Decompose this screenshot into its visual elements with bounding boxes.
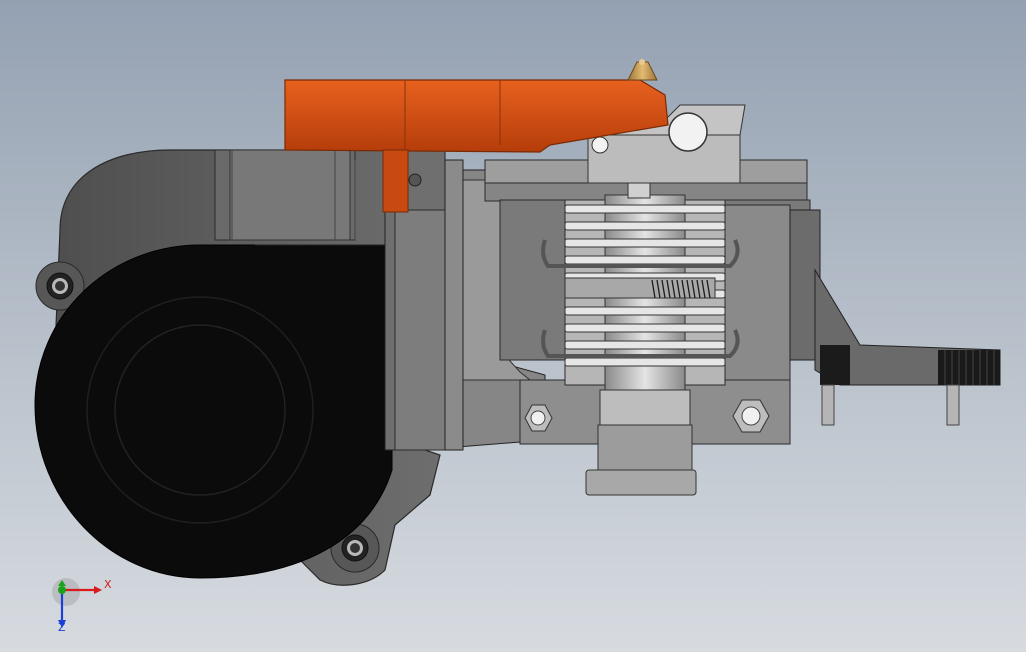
y-axis-marker <box>58 586 66 594</box>
mount-bracket[interactable] <box>814 268 1001 426</box>
heater-block[interactable] <box>585 389 697 496</box>
cad-graphics-viewport[interactable]: X Z <box>0 0 1026 652</box>
x-axis-label: X <box>104 578 112 591</box>
nozzle-tip <box>627 59 658 81</box>
blower-fan[interactable] <box>34 244 393 579</box>
z-axis-label: Z <box>58 621 66 634</box>
hotend-assembly-model[interactable] <box>0 0 1026 652</box>
orientation-triad[interactable]: X Z <box>48 572 118 634</box>
